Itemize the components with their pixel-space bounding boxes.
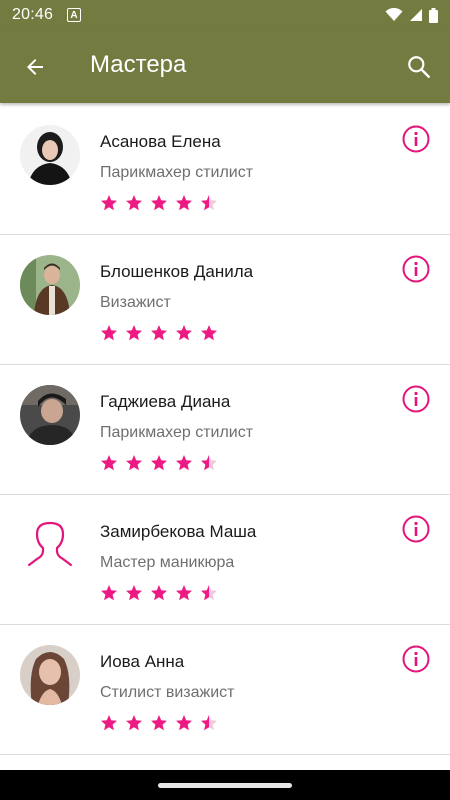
star-full-icon (126, 455, 142, 471)
star-full-icon (151, 715, 167, 731)
signal-icon (410, 9, 422, 21)
star-full-icon (151, 195, 167, 211)
home-gesture-handle[interactable] (158, 782, 292, 788)
star-full-icon (151, 455, 167, 471)
master-role: Мастер маникюра (100, 554, 235, 571)
star-full-icon (101, 455, 117, 471)
battery-icon (429, 7, 438, 23)
list-item-master[interactable]: Асанова Елена Парикмахер стилист (0, 105, 450, 235)
info-icon[interactable] (402, 385, 430, 413)
star-full-icon (101, 325, 117, 341)
list-item-master[interactable]: Гаджиева Диана Парикмахер стилист (0, 365, 450, 495)
star-full-icon (176, 585, 192, 601)
star-half-icon (201, 715, 217, 731)
rating-stars (100, 194, 218, 212)
status-icons (385, 7, 438, 23)
info-icon[interactable] (402, 125, 430, 153)
rating-stars (100, 324, 218, 342)
star-half-icon (201, 455, 217, 471)
list-item-master[interactable]: Блошенков Данила Визажист (0, 235, 450, 365)
star-full-icon (176, 325, 192, 341)
status-time: 20:46 (12, 6, 54, 23)
star-half-icon (201, 585, 217, 601)
avatar (20, 645, 80, 705)
star-full-icon (151, 585, 167, 601)
search-button[interactable] (402, 50, 436, 84)
star-full-icon (126, 195, 142, 211)
masters-list: Асанова Елена Парикмахер стилист Блошенк… (0, 105, 450, 755)
star-full-icon (126, 325, 142, 341)
master-name: Гаджиева Диана (100, 392, 231, 411)
arrow-back-icon (27, 59, 43, 75)
star-full-icon (201, 325, 217, 341)
status-bar: 20:46 A (0, 0, 450, 30)
list-item-master[interactable]: Иова Анна Стилист визажист (0, 625, 450, 755)
wifi-icon (385, 8, 403, 21)
person-outline-icon (27, 521, 73, 567)
rating-stars (100, 454, 218, 472)
info-icon[interactable] (402, 645, 430, 673)
app-bar: Мастера (0, 30, 450, 103)
master-name: Замирбекова Маша (100, 522, 257, 541)
master-name: Блошенков Данила (100, 262, 254, 281)
star-full-icon (126, 585, 142, 601)
avatar (20, 385, 80, 445)
search-icon (408, 56, 430, 78)
master-role: Парикмахер стилист (100, 164, 254, 181)
star-full-icon (126, 715, 142, 731)
master-role: Визажист (100, 294, 171, 311)
star-full-icon (151, 325, 167, 341)
info-icon[interactable] (402, 255, 430, 283)
star-full-icon (101, 195, 117, 211)
info-icon[interactable] (402, 515, 430, 543)
master-name: Асанова Елена (100, 132, 221, 151)
navigation-bar (0, 770, 450, 800)
list-item-master[interactable]: Замирбекова Маша Мастер маникюра (0, 495, 450, 625)
avatar (20, 125, 80, 185)
star-full-icon (176, 455, 192, 471)
avatar (20, 255, 80, 315)
rating-stars (100, 714, 218, 732)
master-role: Стилист визажист (100, 684, 235, 701)
rating-stars (100, 584, 218, 602)
master-name: Иова Анна (100, 652, 185, 671)
star-full-icon (101, 585, 117, 601)
back-button[interactable] (18, 50, 52, 84)
star-full-icon (101, 715, 117, 731)
star-half-icon (201, 195, 217, 211)
star-full-icon (176, 715, 192, 731)
star-full-icon (176, 195, 192, 211)
master-role: Парикмахер стилист (100, 424, 254, 441)
status-app-badge: A (67, 8, 82, 22)
page-title: Мастера (90, 51, 187, 78)
avatar-placeholder (20, 515, 80, 575)
